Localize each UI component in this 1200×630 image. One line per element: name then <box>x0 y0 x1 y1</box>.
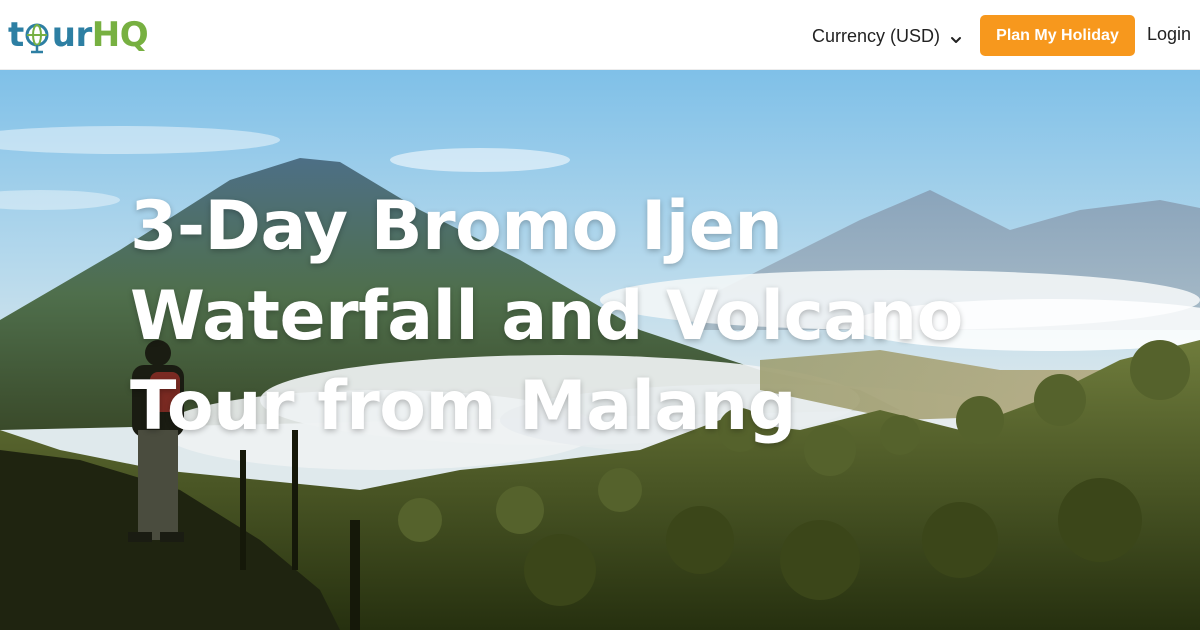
currency-selector[interactable]: Currency (USD) <box>812 22 962 50</box>
tourhq-logo[interactable]: t ur HQ <box>8 12 149 58</box>
hero-banner: 3-Day Bromo Ijen Waterfall and Volcano T… <box>0 70 1200 630</box>
login-link[interactable]: Login <box>1147 24 1191 45</box>
top-navigation-bar: t ur HQ Currency (USD) Plan My Holiday L… <box>0 0 1200 70</box>
logo-text-ur: ur <box>51 15 92 55</box>
globe-icon <box>24 12 52 58</box>
currency-label: Currency (USD) <box>812 25 941 46</box>
plan-my-holiday-button[interactable]: Plan My Holiday <box>980 15 1135 56</box>
logo-text-hq: HQ <box>91 15 149 55</box>
chevron-down-icon <box>950 30 962 43</box>
logo-text-t: t <box>8 15 24 55</box>
hero-title: 3-Day Bromo Ijen Waterfall and Volcano T… <box>130 187 963 446</box>
